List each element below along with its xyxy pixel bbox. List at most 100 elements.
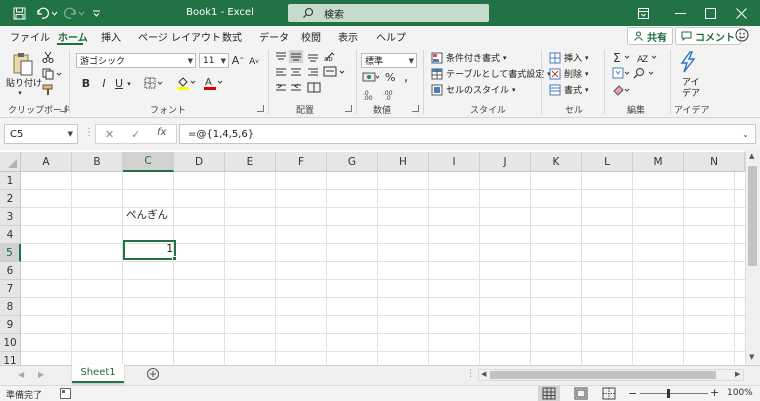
conditional-formatting-button[interactable]: 条件付き書式 ▾ — [431, 51, 507, 64]
comments-button[interactable]: コメント — [675, 27, 741, 45]
row-header-9[interactable]: 9 — [0, 316, 21, 334]
select-all-button[interactable] — [0, 152, 21, 172]
row-header-1[interactable]: 1 — [0, 172, 21, 190]
scroll-left-icon[interactable]: ◀ — [481, 370, 486, 378]
number-format-combo[interactable]: 標準 ▼ — [361, 53, 417, 68]
insert-cells-button[interactable]: 挿入 ▾ — [549, 51, 589, 64]
tab-formulas[interactable]: 数式 — [222, 29, 242, 44]
font-color-icon[interactable]: A — [202, 75, 226, 91]
zoom-in-icon[interactable]: + — [710, 386, 719, 399]
minimize-icon[interactable] — [665, 0, 695, 26]
formula-input[interactable]: =@{1,4,5,6} ⌄ — [179, 124, 756, 144]
expand-formula-bar-icon[interactable]: ⌄ — [742, 130, 749, 139]
new-sheet-button[interactable] — [146, 367, 160, 381]
zoom-level[interactable]: 100% — [727, 388, 753, 398]
column-header-b[interactable]: B — [72, 152, 123, 172]
font-size-combo[interactable]: 11 ▼ — [199, 53, 229, 68]
bold-button[interactable]: B — [80, 76, 92, 90]
copy-icon[interactable] — [41, 67, 63, 81]
font-dialog-launcher-icon[interactable] — [257, 105, 264, 112]
maximize-icon[interactable] — [695, 0, 725, 26]
decrease-font-size-icon[interactable]: Av — [247, 54, 261, 69]
zoom-slider[interactable] — [640, 393, 708, 394]
share-button[interactable]: 共有 — [627, 27, 673, 45]
sheet-tab-sheet1[interactable]: Sheet1 — [72, 364, 124, 383]
tab-help[interactable]: ヘルプ — [376, 29, 406, 44]
column-header-f[interactable]: F — [276, 152, 327, 172]
zoom-out-icon[interactable]: − — [628, 387, 637, 400]
row-header-4[interactable]: 4 — [0, 226, 21, 244]
smiley-feedback-icon[interactable] — [735, 28, 749, 42]
page-break-preview-button[interactable] — [598, 386, 620, 401]
cancel-entry-icon[interactable]: ✕ — [105, 128, 114, 141]
column-header-k[interactable]: K — [531, 152, 582, 172]
insert-function-icon[interactable]: fx — [157, 127, 166, 138]
column-header-d[interactable]: D — [174, 152, 225, 172]
column-header-g[interactable]: G — [327, 152, 378, 172]
cells-area[interactable] — [21, 172, 745, 365]
scroll-right-icon[interactable]: ▶ — [735, 370, 740, 378]
borders-icon[interactable] — [143, 76, 165, 90]
tab-splitter-icon[interactable]: ⋮ — [466, 369, 475, 379]
vertical-scroll-thumb[interactable] — [748, 166, 757, 266]
format-painter-icon[interactable] — [41, 83, 55, 97]
row-header-5[interactable]: 5 — [0, 244, 21, 262]
scroll-down-icon[interactable]: ▼ — [749, 353, 754, 361]
delete-cells-button[interactable]: 削除 ▾ — [549, 67, 589, 80]
row-header-3[interactable]: 3 — [0, 208, 21, 226]
row-header-2[interactable]: 2 — [0, 190, 21, 208]
row-header-6[interactable]: 6 — [0, 262, 21, 280]
confirm-entry-icon[interactable]: ✓ — [131, 128, 140, 141]
column-header-l[interactable]: L — [582, 152, 633, 172]
fill-color-icon[interactable] — [175, 75, 199, 91]
row-header-8[interactable]: 8 — [0, 298, 21, 316]
row-header-10[interactable]: 10 — [0, 334, 21, 352]
alignment-dialog-launcher-icon[interactable] — [345, 105, 352, 112]
column-header-n[interactable]: N — [684, 152, 745, 172]
zoom-slider-thumb[interactable] — [667, 389, 670, 398]
search-box[interactable]: 検索 — [288, 4, 489, 22]
ideas-lightning-icon[interactable] — [677, 51, 699, 73]
tab-review[interactable]: 校閲 — [301, 29, 321, 44]
prev-sheet-icon[interactable]: ◀ — [18, 370, 24, 379]
page-layout-view-button[interactable] — [570, 386, 592, 401]
ribbon-display-options-icon[interactable] — [628, 0, 658, 26]
paste-dropdown-icon[interactable]: ▾ — [14, 88, 26, 98]
ideas-label-line2[interactable]: デア — [682, 86, 700, 99]
row-header-7[interactable]: 7 — [0, 280, 21, 298]
column-header-c[interactable]: C — [123, 152, 174, 172]
next-sheet-icon[interactable]: ▶ — [38, 370, 44, 379]
tab-insert[interactable]: 挿入 — [101, 29, 121, 44]
close-icon[interactable] — [726, 0, 756, 26]
font-name-combo[interactable]: 游ゴシック ▼ — [76, 53, 196, 68]
name-box[interactable]: C5 ▼ — [4, 124, 78, 144]
column-header-j[interactable]: J — [480, 152, 531, 172]
cut-icon[interactable] — [41, 50, 55, 64]
tab-file[interactable]: ファイル — [10, 29, 50, 44]
horizontal-scroll-thumb[interactable] — [490, 371, 716, 379]
format-as-table-button[interactable]: テーブルとして書式設定 ▾ — [431, 67, 551, 80]
italic-button[interactable]: I — [98, 76, 110, 90]
editing-buttons[interactable]: Σ AZ — [611, 50, 661, 98]
normal-view-button[interactable] — [538, 386, 560, 401]
column-header-a[interactable]: A — [21, 152, 72, 172]
column-header-m[interactable]: M — [633, 152, 684, 172]
column-header-e[interactable]: E — [225, 152, 276, 172]
row-header-11[interactable]: 11 — [0, 352, 21, 365]
fill-handle[interactable] — [172, 256, 177, 261]
tab-page-layout[interactable]: ページ レイアウト — [138, 29, 221, 44]
format-cells-button[interactable]: 書式 ▾ — [549, 83, 589, 96]
cell-c3[interactable]: ぺんぎん — [126, 207, 168, 222]
formula-bar-splitter-icon[interactable]: ⋮ — [84, 127, 94, 138]
scroll-up-icon[interactable]: ▲ — [749, 152, 754, 160]
underline-button[interactable]: U — [113, 76, 125, 90]
cell-styles-button[interactable]: セルのスタイル ▾ — [431, 83, 516, 96]
paste-icon[interactable] — [10, 51, 36, 77]
number-format-buttons[interactable]: % , .0 .00 .00 .0 — [361, 71, 419, 101]
clipboard-dialog-launcher-icon[interactable] — [60, 105, 67, 112]
tab-data[interactable]: データ — [259, 29, 289, 44]
macro-recording-icon[interactable] — [60, 388, 71, 399]
underline-dropdown-icon[interactable]: ▾ — [125, 77, 133, 91]
alignment-buttons[interactable]: ab — [274, 50, 360, 98]
tab-home[interactable]: ホーム — [58, 29, 88, 44]
